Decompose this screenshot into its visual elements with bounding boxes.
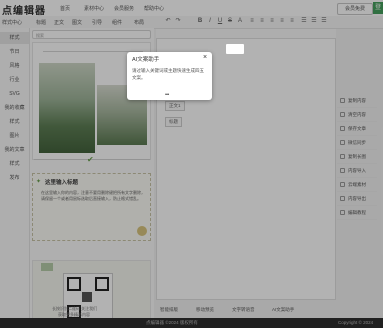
dialog-title: AI文案助手 xyxy=(132,57,160,63)
ai-assistant-dialog: AI文案助手 × 请过输入关键词或主题快速生成四五文案。 ••• xyxy=(127,52,212,100)
close-icon[interactable]: × xyxy=(203,54,207,61)
modal-overlay[interactable] xyxy=(0,0,383,328)
tooltip-box xyxy=(226,44,244,54)
loading-dots-icon: ••• xyxy=(165,92,169,98)
dialog-body: 请过输入关键词或主题快速生成四五文案。 xyxy=(132,68,204,80)
